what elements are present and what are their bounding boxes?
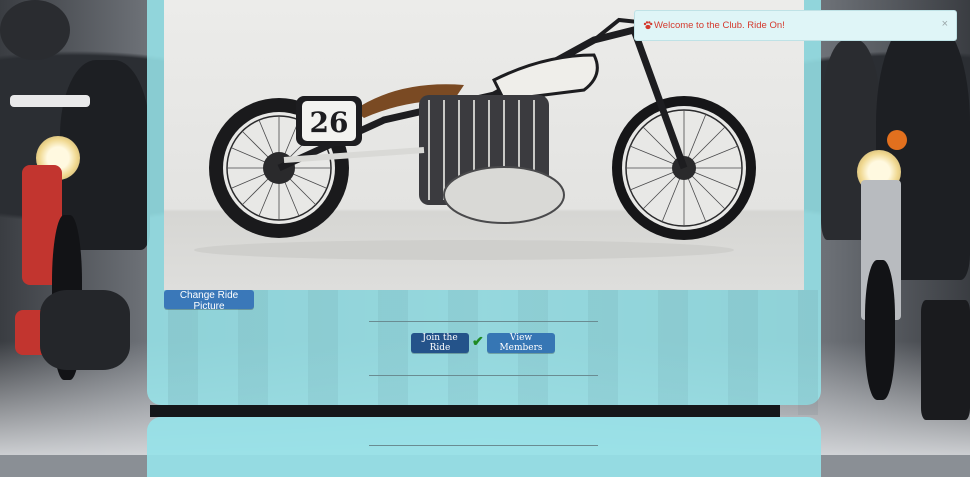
welcome-notification: Welcome to the Club. Ride On! × [634,10,957,41]
number-plate: 26 [296,96,362,146]
next-ride-panel [147,417,821,477]
motorcycle-illustration: 26 [194,17,756,260]
plate-number: 26 [310,106,349,139]
panel-gap-strip [150,405,780,417]
notification-message: Welcome to the Club. Ride On! [654,20,785,31]
change-ride-picture-button[interactable]: Change Ride Picture [164,290,254,312]
checkmark-icon: ✔ [472,333,484,349]
background-rider-left [0,0,150,455]
view-members-button[interactable]: View Members [487,333,555,353]
close-icon[interactable]: × [942,18,948,30]
divider-next-panel [369,445,598,446]
ride-picture: 26 [164,0,804,290]
join-ride-button[interactable]: Join the Ride [411,333,469,353]
divider-bottom [369,375,598,376]
paw-icon [643,21,653,30]
background-rider-right [821,0,970,455]
divider-top [369,321,598,322]
